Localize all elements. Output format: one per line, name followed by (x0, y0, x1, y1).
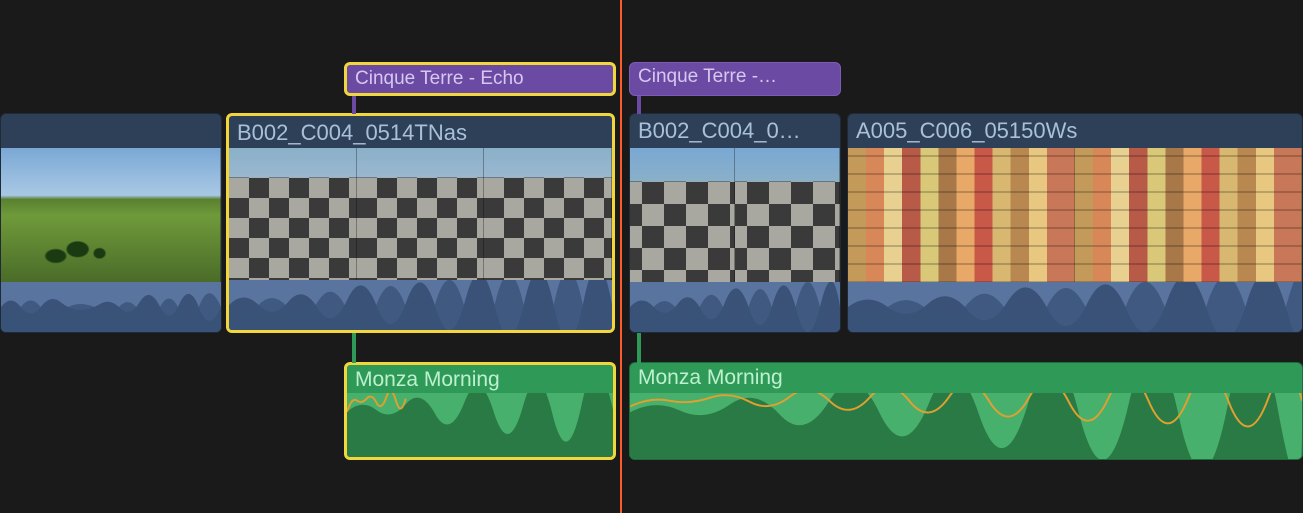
title-clip[interactable]: Cinque Terre - Echo (344, 62, 616, 96)
audio-waveform (630, 282, 840, 332)
thumbnail-strip (630, 148, 840, 283)
audio-clip[interactable]: Monza Morning (344, 362, 616, 460)
thumbnail-strip (848, 148, 1302, 283)
timeline[interactable]: Cinque Terre - Echo Cinque Terre -… B002… (0, 0, 1303, 513)
thumbnail-strip (1, 148, 221, 283)
video-clip-label: B002_C004_0… (638, 118, 832, 144)
audio-waveform (1, 282, 221, 332)
thumbnail (848, 148, 1075, 283)
clip-connector (637, 333, 641, 363)
audio-clip-label: Monza Morning (355, 368, 605, 392)
video-clip[interactable]: B002_C004_0… (629, 113, 841, 333)
video-clip[interactable]: A005_C006_05150Ws (847, 113, 1303, 333)
thumbnail (735, 148, 840, 283)
thumbnail-strip (229, 148, 612, 283)
thumbnail (1075, 148, 1302, 283)
audio-clip[interactable]: Monza Morning (629, 362, 1303, 460)
clip-connector (352, 96, 356, 114)
clip-connector (637, 96, 641, 114)
audio-waveform (848, 282, 1302, 332)
video-clip-label: A005_C006_05150Ws (856, 118, 1294, 144)
thumbnail (484, 148, 612, 283)
video-clip-label: B002_C004_0514TNas (237, 120, 604, 146)
video-clip[interactable]: B002_C004_0514TNas (226, 113, 615, 333)
audio-waveform (630, 393, 1302, 459)
title-clip-label: Cinque Terre - Echo (355, 68, 605, 90)
title-clip-label: Cinque Terre -… (638, 66, 832, 88)
playhead[interactable] (620, 0, 622, 513)
video-clip[interactable] (0, 113, 222, 333)
title-clip[interactable]: Cinque Terre -… (629, 62, 841, 96)
audio-waveform (347, 393, 613, 457)
audio-clip-label: Monza Morning (638, 366, 1294, 390)
thumbnail (357, 148, 485, 283)
thumbnail (229, 148, 357, 283)
thumbnail (630, 148, 735, 283)
audio-waveform (229, 280, 612, 330)
clip-connector (352, 333, 356, 363)
thumbnail (1, 148, 221, 283)
